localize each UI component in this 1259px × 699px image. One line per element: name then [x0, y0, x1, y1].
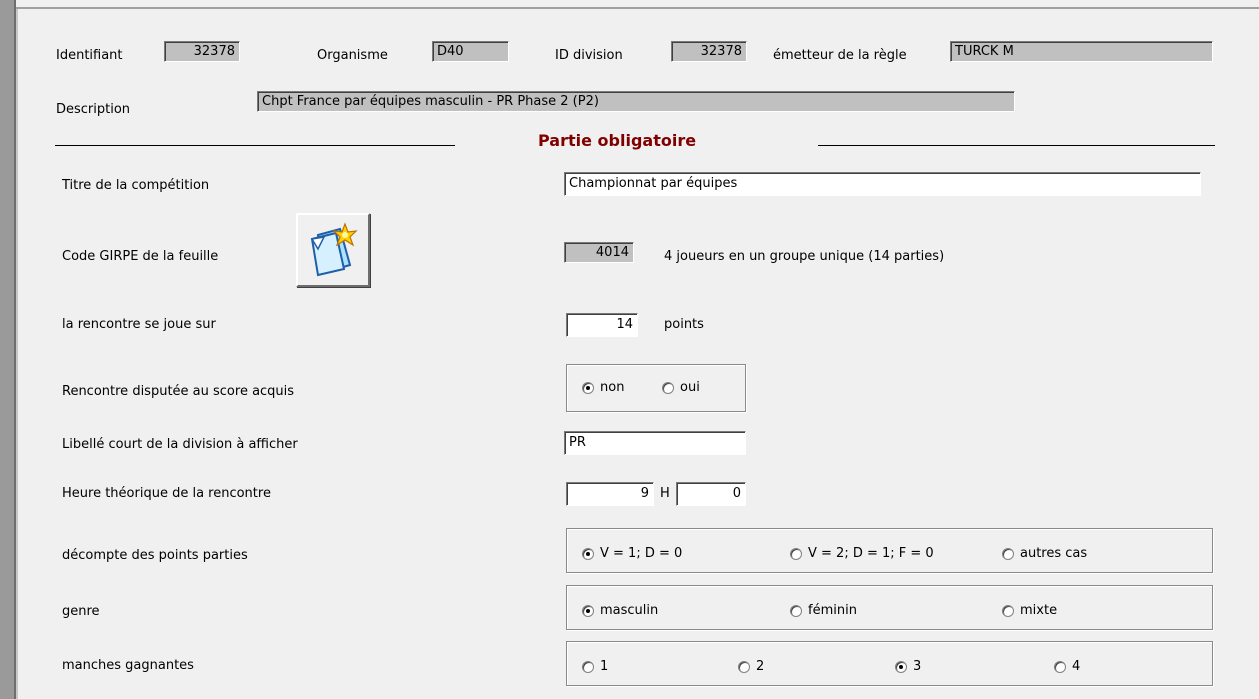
- section-divider-left: [55, 145, 455, 146]
- radio-empty-icon: [582, 660, 594, 673]
- heure-separator: H: [660, 486, 670, 501]
- genre-option-feminin[interactable]: féminin: [790, 603, 857, 618]
- titre-label: Titre de la compétition: [62, 178, 210, 193]
- id-division-field: 32378: [671, 41, 747, 62]
- girpe-description: 4 joueurs en un groupe unique (14 partie…: [664, 249, 945, 264]
- manches-option-2[interactable]: 2: [738, 659, 764, 674]
- identifiant-field: 32378: [164, 41, 240, 62]
- decompte-option-1[interactable]: V = 1; D = 0: [582, 546, 682, 561]
- manches-radio-group: [566, 641, 1213, 686]
- titre-input[interactable]: Championnat par équipes: [564, 172, 1201, 196]
- radio-empty-icon: [790, 547, 802, 560]
- id-division-label: ID division: [555, 48, 623, 63]
- points-label: la rencontre se joue sur: [62, 317, 216, 332]
- manches-option-4[interactable]: 4: [1054, 659, 1080, 674]
- emetteur-field: TURCK M: [950, 41, 1213, 62]
- section-title: Partie obligatoire: [538, 131, 697, 150]
- radio-selected-icon: [895, 660, 907, 673]
- description-label: Description: [56, 102, 131, 117]
- score-option-oui[interactable]: oui: [662, 380, 700, 395]
- window-top-border: [0, 0, 1259, 9]
- libelle-input[interactable]: PR: [564, 431, 746, 455]
- libelle-label: Libellé court de la division à afficher: [62, 437, 298, 452]
- radio-empty-icon: [790, 604, 802, 617]
- radio-selected-icon: [582, 381, 594, 394]
- girpe-label: Code GIRPE de la feuille: [62, 249, 219, 264]
- decompte-option-3[interactable]: autres cas: [1002, 546, 1087, 561]
- decompte-option-2[interactable]: V = 2; D = 1; F = 0: [790, 546, 934, 561]
- score-label: Rencontre disputée au score acquis: [62, 384, 295, 399]
- radio-empty-icon: [1002, 547, 1014, 560]
- heure-hours-input[interactable]: 9: [566, 482, 654, 506]
- radio-empty-icon: [662, 381, 674, 394]
- manches-label: manches gagnantes: [62, 658, 194, 673]
- girpe-new-sheet-button[interactable]: [296, 213, 370, 287]
- points-unit: points: [664, 317, 704, 332]
- manches-option-3[interactable]: 3: [895, 659, 921, 674]
- manches-option-1[interactable]: 1: [582, 659, 608, 674]
- decompte-label: décompte des points parties: [62, 548, 248, 563]
- window-left-border: [0, 0, 16, 699]
- genre-option-mixte[interactable]: mixte: [1002, 603, 1057, 618]
- genre-label: genre: [62, 604, 100, 619]
- score-option-non[interactable]: non: [582, 380, 624, 395]
- radio-empty-icon: [1054, 660, 1066, 673]
- identifiant-label: Identifiant: [56, 48, 123, 63]
- girpe-code-field: 4014: [564, 242, 634, 263]
- radio-empty-icon: [1002, 604, 1014, 617]
- new-document-star-icon: [310, 222, 358, 277]
- radio-selected-icon: [582, 547, 594, 560]
- radio-empty-icon: [738, 660, 750, 673]
- description-field: Chpt France par équipes masculin - PR Ph…: [257, 91, 1015, 112]
- genre-option-masculin[interactable]: masculin: [582, 603, 658, 618]
- heure-label: Heure théorique de la rencontre: [62, 486, 271, 501]
- organisme-label: Organisme: [317, 48, 388, 63]
- section-divider-right: [818, 145, 1215, 146]
- genre-radio-group: [566, 585, 1213, 630]
- window-left-inner-border: [16, 9, 18, 699]
- emetteur-label: émetteur de la règle: [773, 48, 907, 63]
- heure-minutes-input[interactable]: 0: [676, 482, 746, 506]
- points-input[interactable]: 14: [566, 313, 638, 337]
- organisme-field: D40: [432, 41, 509, 62]
- radio-selected-icon: [582, 604, 594, 617]
